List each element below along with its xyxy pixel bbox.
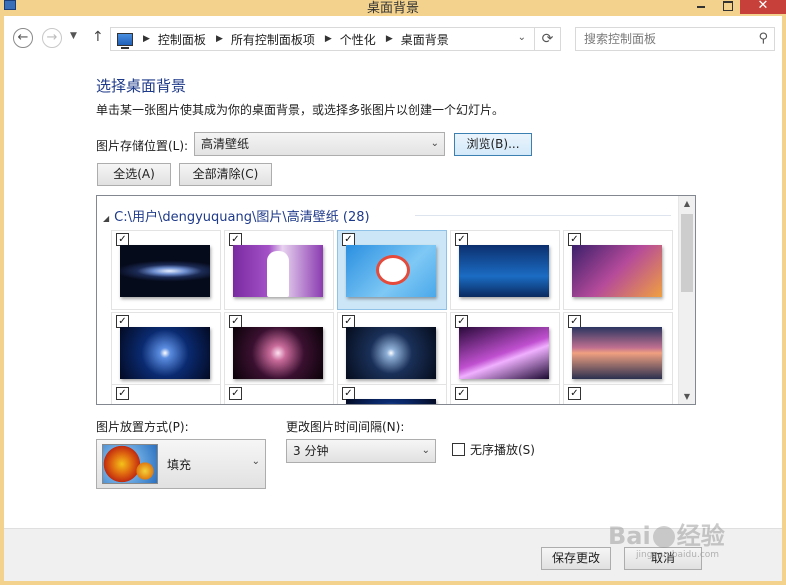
search-placeholder: 搜索控制面板	[584, 32, 657, 46]
vertical-scrollbar[interactable]: ▲ ▼	[678, 196, 695, 404]
wallpaper-tile[interactable]: ✓	[563, 312, 673, 392]
chevron-right-icon[interactable]: ▶	[386, 34, 393, 44]
minimize-button[interactable]	[688, 0, 714, 14]
scrollbar-thumb[interactable]	[681, 214, 693, 292]
address-bar[interactable]: ▶ 控制面板 ▶ 所有控制面板项 ▶ 个性化 ▶ 桌面背景 ⌄ ⟳	[110, 27, 561, 51]
wallpaper-tile[interactable]: ✓	[450, 312, 560, 392]
wallpaper-tile[interactable]: ✓	[563, 384, 673, 404]
position-dropdown[interactable]: 填充 ⌄	[96, 439, 266, 489]
chevron-down-icon[interactable]: ⌄	[518, 32, 526, 43]
chevron-right-icon[interactable]: ▶	[216, 34, 223, 44]
recent-locations-button[interactable]: ▼	[70, 31, 77, 41]
shuffle-option[interactable]: 无序播放(S)	[452, 441, 535, 458]
breadcrumb-control-panel[interactable]: 控制面板	[158, 31, 206, 48]
partial-thumbnail	[346, 399, 436, 404]
close-icon: ✕	[757, 0, 769, 13]
wallpaper-tile[interactable]: ✓	[111, 384, 221, 404]
chevron-down-icon: ⌄	[430, 138, 439, 149]
up-button[interactable]: ↑	[92, 29, 104, 45]
chevron-right-icon[interactable]: ▶	[325, 34, 332, 44]
forward-button[interactable]: →	[42, 28, 62, 48]
shuffle-label: 无序播放(S)	[470, 443, 535, 457]
group-header[interactable]: ◢ C:\用户\dengyuquang\图片\高清壁纸 (28)	[103, 206, 370, 225]
game-character-thumbnail	[572, 245, 662, 297]
tile-checkbox[interactable]: ✓	[568, 387, 581, 400]
wallpaper-tile[interactable]: ✓	[337, 384, 447, 404]
wallpaper-tile[interactable]: ✓	[224, 384, 334, 404]
wallpaper-tile[interactable]: ✓	[111, 312, 221, 392]
control-panel-icon	[117, 32, 133, 49]
window-title: 桌面背景	[366, 1, 419, 16]
tile-checkbox[interactable]: ✓	[455, 387, 468, 400]
position-value: 填充	[167, 458, 192, 472]
lake-sunset-thumbnail	[572, 327, 662, 379]
navigation-bar: ← → ▼ ↑ ▶ 控制面板 ▶ 所有控制面板项 ▶ 个性化 ▶ 桌面背景 ⌄ …	[4, 26, 782, 52]
location-dropdown[interactable]: 高清壁纸 ⌄	[194, 132, 445, 156]
interval-label: 更改图片时间间隔(N):	[286, 420, 405, 434]
close-button[interactable]: ✕	[740, 0, 786, 14]
browse-button[interactable]: 浏览(B)...	[454, 133, 532, 156]
search-input[interactable]: 搜索控制面板 ⚲	[575, 27, 775, 51]
wallpaper-tile[interactable]: ✓	[224, 312, 334, 392]
wallpaper-tile[interactable]: ✓	[450, 230, 560, 310]
wallpaper-tile[interactable]: ✓	[111, 230, 221, 310]
paw-icon	[652, 526, 675, 548]
portrait-thumbnail	[233, 245, 323, 297]
scroll-down-icon[interactable]: ▼	[679, 392, 695, 401]
interval-dropdown[interactable]: 3 分钟 ⌄	[286, 439, 436, 463]
watermark-url: jingyan.baidu.com	[636, 550, 720, 560]
maximize-button[interactable]	[714, 0, 740, 14]
pink-apple-thumbnail	[233, 327, 323, 379]
group-title: C:\用户\dengyuquang\图片\高清壁纸 (28)	[114, 210, 370, 225]
wallpaper-tile[interactable]: ✓	[563, 230, 673, 310]
select-all-button[interactable]: 全选(A)	[97, 163, 171, 186]
wallpaper-tile[interactable]: ✓	[450, 384, 560, 404]
title-bar: 桌面背景 ✕	[0, 0, 786, 16]
position-label: 图片放置方式(P):	[96, 420, 189, 434]
baidu-watermark: Bai 经验 jingyan.baidu.com	[608, 516, 725, 560]
night-sky-thumbnail	[459, 245, 549, 297]
wallpaper-tile[interactable]: ✓	[337, 312, 447, 392]
tile-checkbox[interactable]: ✓	[116, 387, 129, 400]
window-controls: ✕	[688, 0, 786, 14]
search-icon[interactable]: ⚲	[758, 28, 768, 50]
flower-preview-icon	[102, 444, 158, 484]
page-title: 选择桌面背景	[96, 77, 187, 95]
interval-value: 3 分钟	[293, 444, 329, 458]
wallpaper-tile[interactable]: ✓	[337, 230, 447, 310]
window-body: ← → ▼ ↑ ▶ 控制面板 ▶ 所有控制面板项 ▶ 个性化 ▶ 桌面背景 ⌄ …	[4, 16, 782, 581]
shuffle-checkbox[interactable]	[452, 443, 465, 456]
galaxy-thumbnail	[120, 245, 210, 297]
chevron-right-icon[interactable]: ▶	[143, 34, 150, 44]
scroll-up-icon[interactable]: ▲	[679, 199, 695, 208]
breadcrumb-all-items[interactable]: 所有控制面板项	[231, 31, 315, 48]
save-changes-button[interactable]: 保存更改	[541, 547, 611, 570]
collapse-triangle-icon[interactable]: ◢	[103, 214, 109, 223]
breadcrumb-desktop-background[interactable]: 桌面背景	[401, 31, 449, 48]
chevron-down-icon: ⌄	[251, 456, 260, 467]
dark-apple-thumbnail	[346, 327, 436, 379]
wallpaper-tile[interactable]: ✓	[224, 230, 334, 310]
location-value: 高清壁纸	[201, 137, 250, 151]
picture-list[interactable]: ◢ C:\用户\dengyuquang\图片\高清壁纸 (28) ✓ ✓ ✓ ✓ …	[96, 195, 696, 405]
breadcrumb-personalization[interactable]: 个性化	[340, 31, 376, 48]
back-button[interactable]: ←	[13, 28, 33, 48]
watermark-text: Bai	[608, 522, 651, 550]
tile-checkbox[interactable]: ✓	[229, 387, 242, 400]
chevron-down-icon: ⌄	[421, 445, 430, 456]
page-description: 单击某一张图片使其成为你的桌面背景，或选择多张图片以创建一个幻灯片。	[96, 103, 505, 117]
location-label: 图片存储位置(L):	[96, 139, 189, 153]
cartoon-wave-thumbnail	[346, 245, 436, 297]
refresh-button[interactable]: ⟳	[534, 28, 560, 50]
clear-all-button[interactable]: 全部清除(C)	[179, 163, 272, 186]
group-divider	[415, 215, 671, 216]
blue-apple-thumbnail	[120, 327, 210, 379]
aurora-thumbnail	[459, 327, 549, 379]
watermark-text-2: 经验	[676, 522, 725, 550]
